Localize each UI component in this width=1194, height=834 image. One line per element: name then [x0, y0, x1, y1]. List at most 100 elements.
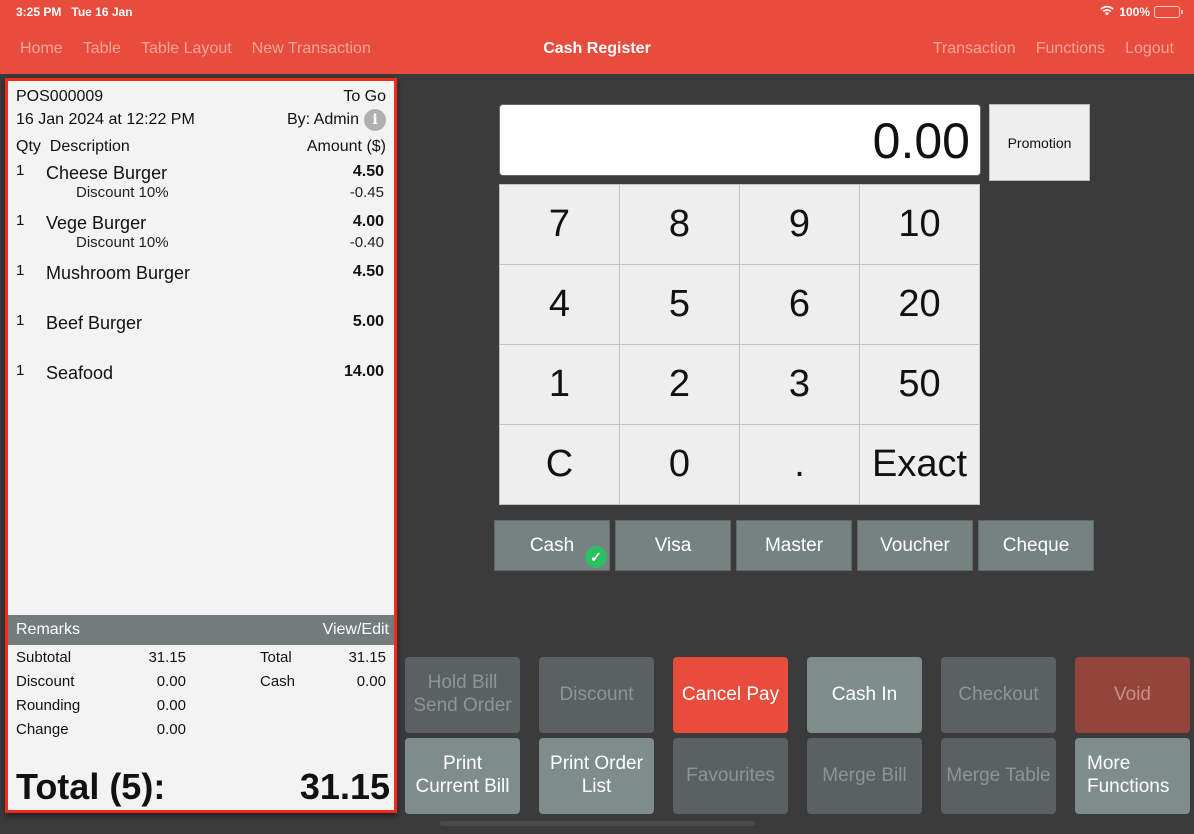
- list-item[interactable]: 1 Seafood 14.00: [16, 360, 386, 410]
- button-label: List: [581, 776, 612, 797]
- list-item[interactable]: 1 Beef Burger 5.00: [16, 310, 386, 360]
- void-button[interactable]: Void: [1075, 657, 1190, 733]
- item-qty: 1: [16, 212, 25, 229]
- item-amount: 14.00: [343, 363, 384, 380]
- payment-types: Cash ✓ Visa Master Voucher Cheque: [494, 520, 1094, 571]
- info-icon[interactable]: i: [364, 109, 386, 131]
- nav-functions[interactable]: Functions: [1036, 40, 1105, 58]
- key-10[interactable]: 10: [860, 185, 979, 264]
- favourites-button[interactable]: Favourites: [673, 738, 788, 814]
- list-item[interactable]: 1 Vege Burger 4.00 Discount 10% -0.40: [16, 210, 386, 260]
- item-name: Vege Burger: [46, 213, 147, 233]
- remarks-label: Remarks: [16, 621, 81, 638]
- list-item[interactable]: 1 Cheese Burger 4.50 Discount 10% -0.45: [16, 160, 386, 210]
- remarks-view-edit-button[interactable]: View/Edit: [323, 621, 389, 639]
- key-clear[interactable]: C: [500, 425, 619, 504]
- status-indicators: 100%: [1099, 4, 1183, 19]
- cash-value: 0.00: [356, 673, 386, 690]
- payment-label: Voucher: [880, 534, 950, 556]
- wifi-icon: [1099, 4, 1115, 19]
- button-label: Send Order: [413, 695, 512, 716]
- key-exact[interactable]: Exact: [860, 425, 979, 504]
- time-text: 3:25 PM: [16, 5, 62, 19]
- date-text: Tue 16 Jan: [71, 5, 133, 19]
- total-value: 31.15: [348, 649, 386, 666]
- by-user: By: Admin: [286, 111, 359, 129]
- key-6[interactable]: 6: [740, 265, 859, 344]
- item-name: Beef Burger: [46, 313, 143, 333]
- button-label: Print: [442, 753, 483, 775]
- discount-button[interactable]: Discount: [539, 657, 654, 733]
- payment-label: Cash: [529, 534, 575, 556]
- item-list: 1 Cheese Burger 4.50 Discount 10% -0.45 …: [16, 160, 386, 410]
- checkout-button[interactable]: Checkout: [941, 657, 1056, 733]
- action-buttons: Hold Bill Send Order Discount Cancel Pay …: [405, 657, 1190, 814]
- hold-bill-send-order-button[interactable]: Hold Bill Send Order: [405, 657, 520, 733]
- key-2[interactable]: 2: [620, 345, 739, 424]
- battery-icon: [1154, 5, 1183, 18]
- receipt-datetime: 16 Jan 2024 at 12:22 PM: [16, 111, 195, 128]
- key-4[interactable]: 4: [500, 265, 619, 344]
- key-8[interactable]: 8: [620, 185, 739, 264]
- cancel-pay-button[interactable]: Cancel Pay: [673, 657, 788, 733]
- checkmark-icon: ✓: [585, 546, 607, 568]
- item-amount: 4.50: [352, 263, 384, 280]
- item-name: Mushroom Burger: [46, 263, 191, 283]
- column-headers-left: Qty Description: [16, 138, 130, 156]
- key-decimal[interactable]: .: [740, 425, 859, 504]
- key-20[interactable]: 20: [860, 265, 979, 344]
- subtotal-value: 31.15: [148, 649, 186, 666]
- button-label: Hold Bill: [427, 672, 498, 694]
- status-time: 3:25 PM Tue 16 Jan: [16, 5, 133, 19]
- merge-table-button[interactable]: Merge Table: [941, 738, 1056, 814]
- item-discount: Discount 10%: [76, 234, 169, 251]
- remarks-bar: Remarks View/Edit: [8, 615, 394, 645]
- payment-visa-button[interactable]: Visa: [615, 520, 731, 571]
- key-1[interactable]: 1: [500, 345, 619, 424]
- key-50[interactable]: 50: [860, 345, 979, 424]
- item-amount: 4.00: [352, 213, 384, 230]
- nav-right: Transaction Functions Logout: [933, 40, 1174, 58]
- item-name: Seafood: [46, 363, 114, 383]
- home-indicator[interactable]: [440, 821, 755, 826]
- payment-voucher-button[interactable]: Voucher: [857, 520, 973, 571]
- item-qty: 1: [16, 262, 25, 279]
- more-functions-button[interactable]: More Functions: [1075, 738, 1190, 814]
- nav-logout[interactable]: Logout: [1125, 40, 1174, 58]
- item-qty: 1: [16, 362, 25, 379]
- col-qty: Qty: [16, 138, 41, 155]
- item-name: Cheese Burger: [46, 163, 168, 183]
- receipt-panel: POS000009 To Go 16 Jan 2024 at 12:22 PM …: [5, 78, 397, 813]
- print-current-bill-button[interactable]: Print Current Bill: [405, 738, 520, 814]
- key-5[interactable]: 5: [620, 265, 739, 344]
- cash-in-button[interactable]: Cash In: [807, 657, 922, 733]
- button-label: Current Bill: [415, 776, 510, 797]
- nav-transaction[interactable]: Transaction: [933, 40, 1016, 58]
- amount-display[interactable]: 0.00: [499, 104, 981, 176]
- merge-bill-button[interactable]: Merge Bill: [807, 738, 922, 814]
- payment-cash-button[interactable]: Cash ✓: [494, 520, 610, 571]
- payment-master-button[interactable]: Master: [736, 520, 852, 571]
- key-7[interactable]: 7: [500, 185, 619, 264]
- grand-total-value: 31.15: [299, 766, 390, 807]
- item-discount: Discount 10%: [76, 184, 169, 201]
- list-item[interactable]: 1 Mushroom Burger 4.50: [16, 260, 386, 310]
- totals-summary: Subtotal 31.15 Total 31.15 Discount 0.00…: [16, 649, 386, 745]
- promotion-button[interactable]: Promotion: [989, 104, 1090, 181]
- item-discount-amount: -0.40: [349, 234, 384, 251]
- battery-percent: 100%: [1119, 4, 1150, 19]
- item-amount: 4.50: [352, 163, 384, 180]
- col-description: Description: [49, 138, 130, 155]
- keypad: 7 8 9 10 4 5 6 20 1 2 3 50 C 0 . Exact: [499, 184, 980, 505]
- key-0[interactable]: 0: [620, 425, 739, 504]
- grand-total: Total (5): 31.15: [16, 766, 390, 808]
- key-9[interactable]: 9: [740, 185, 859, 264]
- key-3[interactable]: 3: [740, 345, 859, 424]
- discount-label: Discount: [16, 673, 75, 690]
- payment-cheque-button[interactable]: Cheque: [978, 520, 1094, 571]
- discount-value: 0.00: [156, 673, 186, 690]
- button-label: Functions: [1087, 776, 1170, 797]
- receipt-by: By: Admin i: [287, 109, 386, 131]
- item-amount: 5.00: [352, 313, 384, 330]
- print-order-list-button[interactable]: Print Order List: [539, 738, 654, 814]
